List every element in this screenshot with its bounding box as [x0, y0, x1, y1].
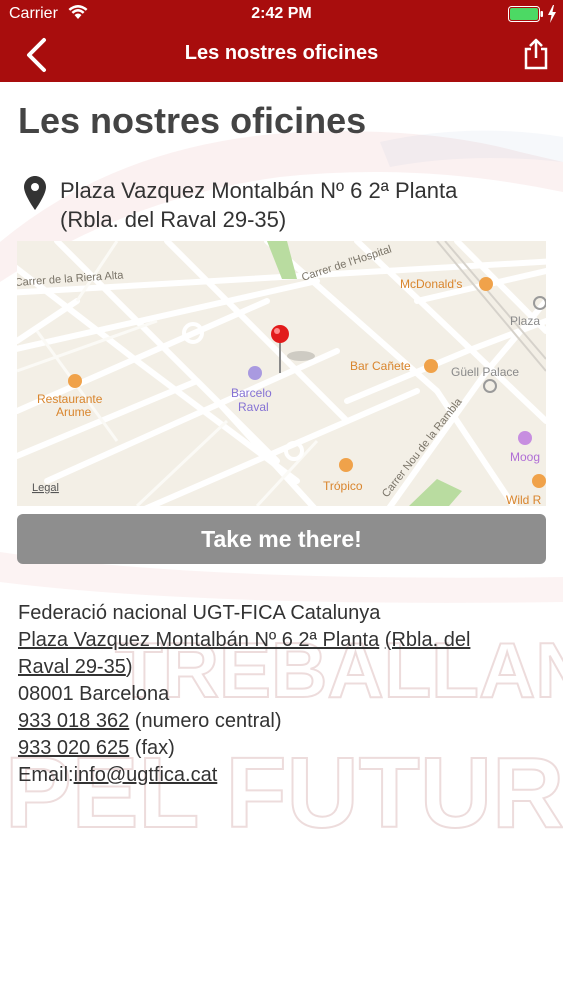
restaurant-icon — [532, 474, 546, 488]
map-place-label: McDonald's — [400, 277, 462, 291]
organization-name: Federació nacional UGT-FICA Catalunya — [18, 602, 381, 624]
map-place-label: Plaza — [510, 314, 540, 328]
map-place-label: Raval — [238, 400, 269, 414]
restaurant-icon — [479, 277, 493, 291]
map-place-label: Moog — [510, 450, 540, 464]
map-place-label: Restaurante — [37, 392, 103, 406]
share-icon[interactable] — [522, 38, 550, 70]
office-address-line-1: Plaza Vazquez Montalbán Nº 6 2ª Planta — [60, 178, 458, 203]
phone-note: (numero central) — [129, 710, 282, 732]
address-line: Raval 29-35) — [18, 654, 538, 681]
address-link[interactable]: Plaza Vazquez Montalbán Nº 6 2ª Planta — [18, 629, 379, 651]
city-line: 08001 Barcelona — [18, 683, 170, 705]
address-link[interactable]: (Rbla. del — [385, 629, 471, 651]
battery-icon — [508, 6, 543, 22]
take-me-there-button[interactable]: Take me there! — [17, 514, 546, 564]
location-pin-icon — [24, 176, 46, 210]
phone-link-fax[interactable]: 933 020 625 — [18, 737, 129, 759]
address-link[interactable]: Raval 29-35 — [18, 656, 126, 678]
page-title: Les nostres oficines — [18, 100, 367, 141]
office-address: Plaza Vazquez Montalbán Nº 6 2ª Planta (… — [60, 176, 540, 234]
map-view[interactable]: Carrer de la Riera Alta Carrer de l'Hosp… — [17, 241, 546, 506]
status-time: 2:42 PM — [251, 5, 312, 22]
charging-icon — [548, 5, 556, 23]
map-canvas: Carrer de la Riera Alta Carrer de l'Hosp… — [17, 241, 546, 506]
restaurant-icon — [339, 458, 353, 472]
fax-note: (fax) — [129, 737, 175, 759]
email-label: Email: — [18, 764, 74, 786]
map-place-label: Güell Palace — [451, 365, 519, 379]
office-address-line-2: (Rbla. del Raval 29-35) — [60, 207, 287, 232]
email-line: Email:info@ugtfica.cat — [18, 762, 538, 789]
nav-title: Les nostres oficines — [184, 42, 379, 64]
map-place-label: Trópico — [323, 479, 363, 493]
contact-info: Federació nacional UGT-FICA Catalunya Pl… — [18, 600, 538, 789]
map-legal-link[interactable]: Legal — [32, 482, 59, 494]
hotel-icon — [248, 366, 262, 380]
address-line: Plaza Vazquez Montalbán Nº 6 2ª Planta (… — [18, 627, 538, 654]
fax-line: 933 020 625 (fax) — [18, 735, 538, 762]
map-place-label: Arume — [56, 405, 92, 419]
nightlife-icon — [518, 431, 532, 445]
map-place-label: Wild R — [506, 493, 542, 506]
phone-line: 933 018 362 (numero central) — [18, 708, 538, 735]
navigation-bar: Carrier 2:42 PM Les nostres oficines — [0, 0, 563, 82]
restaurant-icon — [68, 374, 82, 388]
address-close: ) — [125, 656, 133, 678]
map-place-label: Barcelo — [231, 386, 272, 400]
map-place-label: Bar Cañete — [350, 359, 411, 373]
status-bar: Carrier 2:42 PM — [0, 0, 563, 30]
phone-link-central[interactable]: 933 018 362 — [18, 710, 129, 732]
restaurant-icon — [424, 359, 438, 373]
email-link[interactable]: info@ugtfica.cat — [74, 764, 218, 786]
